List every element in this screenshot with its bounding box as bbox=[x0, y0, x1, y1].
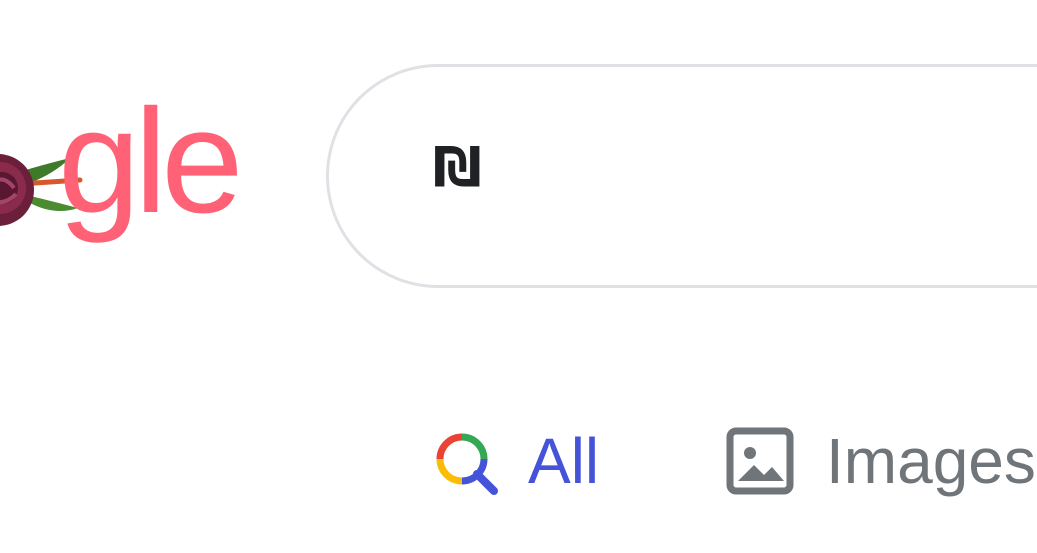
image-icon bbox=[726, 427, 794, 495]
tab-images[interactable]: Images bbox=[724, 416, 1036, 506]
search-page: gle ₪ All Images bbox=[0, 0, 1037, 553]
tab-all[interactable]: All bbox=[428, 416, 599, 506]
search-query-text: ₪ bbox=[433, 136, 482, 199]
tab-all-label: All bbox=[528, 425, 600, 497]
google-logo[interactable]: gle bbox=[0, 88, 243, 258]
tab-images-label: Images bbox=[826, 425, 1036, 497]
logo-text: gle bbox=[58, 79, 243, 244]
search-input[interactable]: ₪ bbox=[326, 64, 1037, 288]
multicolor-search-icon bbox=[436, 433, 498, 495]
